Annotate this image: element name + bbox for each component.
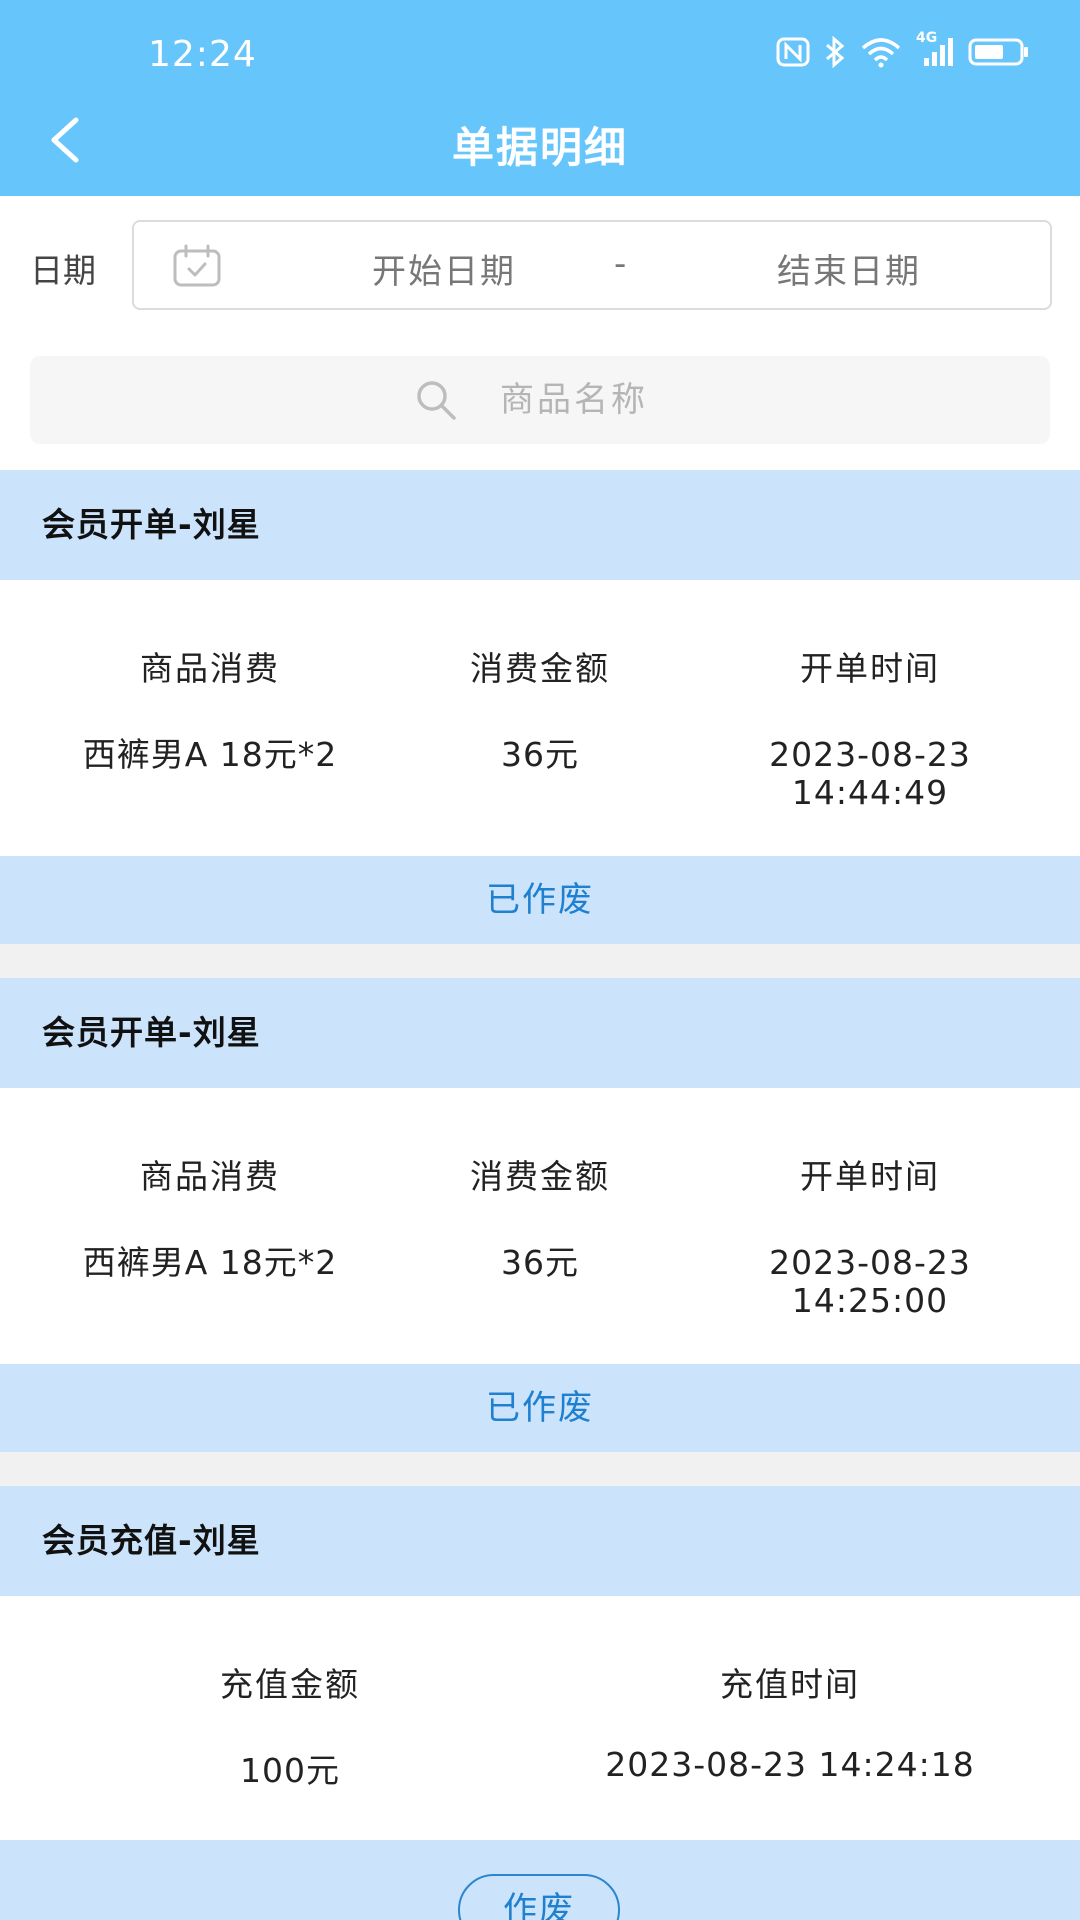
status-time: 12:24 (148, 34, 257, 75)
record-card: 会员开单-刘星 商品消费 西裤男A 18元*2 消费金额 36元 开单时间 20… (0, 978, 1080, 1452)
column-header: 商品消费 (140, 1157, 280, 1196)
search-box[interactable] (30, 356, 1050, 444)
record-column: 开单时间 2023-08-23 14:44:49 (690, 642, 1050, 812)
date-range-picker[interactable]: 开始日期 - 结束日期 (132, 220, 1052, 310)
record-title: 会员开单-刘星 (0, 470, 1080, 580)
wifi-icon (860, 36, 902, 68)
record-column: 商品消费 西裤男A 18元*2 (30, 642, 390, 774)
record-card: 会员充值-刘星 充值金额 100元 充值时间 2023-08-23 14:24:… (0, 1486, 1080, 1920)
battery-icon (968, 37, 1030, 67)
amount-value: 36元 (501, 735, 579, 774)
end-date-field[interactable]: 结束日期 (739, 244, 959, 293)
record-column: 商品消费 西裤男A 18元*2 (30, 1150, 390, 1282)
recharge-time-value: 2023-08-23 14:24:18 (605, 1745, 975, 1784)
app-header: 12:24 4G 单据明细 (0, 0, 1080, 196)
bluetooth-icon (824, 36, 846, 68)
column-header: 开单时间 (800, 649, 940, 688)
search-input[interactable] (500, 374, 900, 426)
record-column: 消费金额 36元 (390, 1150, 690, 1282)
time-value: 14:44:49 (791, 773, 949, 812)
void-button[interactable]: 作废 (458, 1874, 620, 1920)
start-date-field[interactable]: 开始日期 (334, 244, 554, 293)
column-header: 充值金额 (220, 1665, 360, 1704)
date-value: 2023-08-23 (769, 735, 971, 774)
status-void-label: 已作废 (0, 856, 1080, 944)
nfc-icon (776, 37, 810, 67)
column-header: 消费金额 (470, 649, 610, 688)
date-label: 日期 (30, 251, 96, 290)
filter-panel: 日期 开始日期 - 结束日期 (0, 196, 1080, 470)
record-title: 会员开单-刘星 (0, 978, 1080, 1088)
date-value: 2023-08-23 (769, 1243, 971, 1282)
column-header: 开单时间 (800, 1157, 940, 1196)
record-column: 消费金额 36元 (390, 642, 690, 774)
date-separator: - (614, 244, 627, 284)
status-icons: 4G (776, 30, 1030, 68)
column-header: 充值时间 (720, 1665, 860, 1704)
product-value: 西裤男A 18元*2 (82, 735, 338, 774)
record-title: 会员充值-刘星 (0, 1486, 1080, 1596)
record-column: 充值金额 100元 (90, 1658, 490, 1790)
record-column: 充值时间 2023-08-23 14:24:18 (560, 1658, 1020, 1784)
record-footer: 作废 (0, 1840, 1080, 1920)
product-value: 西裤男A 18元*2 (82, 1243, 338, 1282)
column-header: 消费金额 (470, 1157, 610, 1196)
network-type-label: 4G (916, 30, 938, 46)
time-value: 14:25:00 (791, 1281, 949, 1320)
status-void-label: 已作废 (0, 1364, 1080, 1452)
record-column: 开单时间 2023-08-23 14:25:00 (690, 1150, 1050, 1320)
record-card: 会员开单-刘星 商品消费 西裤男A 18元*2 消费金额 36元 开单时间 20… (0, 470, 1080, 944)
recharge-amount-value: 100元 (240, 1751, 340, 1790)
calendar-icon (172, 244, 222, 292)
page-title: 单据明细 (451, 123, 628, 172)
column-header: 商品消费 (140, 649, 280, 688)
search-icon (414, 378, 458, 426)
signal-icon: 4G (916, 30, 954, 68)
amount-value: 36元 (501, 1243, 579, 1282)
